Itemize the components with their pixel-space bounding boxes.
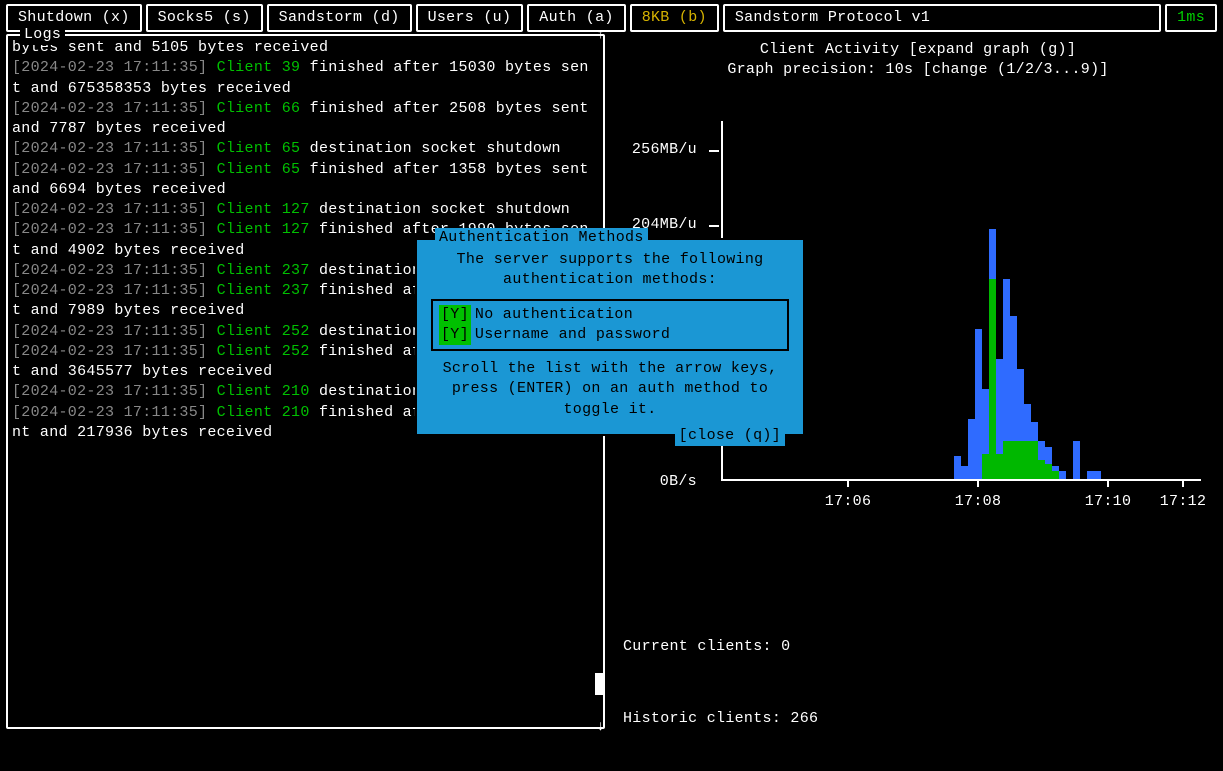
sandstorm-button[interactable]: Sandstorm (d) bbox=[267, 4, 412, 32]
auth-method-label: No authentication bbox=[475, 305, 633, 325]
topbar: Shutdown (x) Socks5 (s) Sandstorm (d) Us… bbox=[0, 0, 1223, 34]
x-tick-label: 17:10 bbox=[1085, 492, 1132, 512]
stat-current-clients: Current clients: 0 bbox=[623, 635, 1213, 659]
bandwidth-value: 8KB (b) bbox=[642, 8, 707, 28]
stat-historic-clients: Historic clients: 266 bbox=[623, 707, 1213, 731]
x-tick-label: 17:12 bbox=[1160, 492, 1207, 512]
scroll-down-icon[interactable]: ↓ bbox=[596, 718, 605, 737]
logs-title: Logs bbox=[20, 25, 65, 45]
scrollbar-thumb[interactable] bbox=[595, 673, 605, 695]
log-line: [2024-02-23 17:11:35] Client 65 destinat… bbox=[12, 139, 597, 159]
bandwidth-button[interactable]: 8KB (b) bbox=[630, 4, 719, 32]
stats-block: Current clients: 0 Historic clients: 266… bbox=[623, 587, 1213, 771]
auth-method-item[interactable]: [Y]No authentication bbox=[439, 305, 781, 325]
dialog-description: The server supports the following authen… bbox=[427, 250, 793, 291]
graph-title: Client Activity [expand graph (g)] bbox=[623, 40, 1213, 60]
auth-methods-dialog[interactable]: Authentication Methods The server suppor… bbox=[415, 238, 805, 436]
log-line: [2024-02-23 17:11:35] Client 65 finished… bbox=[12, 160, 597, 201]
log-line: bytes sent and 5105 bytes received bbox=[12, 38, 597, 58]
auth-method-label: Username and password bbox=[475, 325, 670, 345]
auth-enabled-badge: [Y] bbox=[439, 325, 471, 345]
auth-enabled-badge: [Y] bbox=[439, 305, 471, 325]
x-tick-mark bbox=[1107, 479, 1109, 487]
auth-method-list: [Y]No authentication[Y]Username and pass… bbox=[431, 299, 789, 352]
y-tick-label: 256MB/u bbox=[627, 140, 697, 160]
dialog-title: Authentication Methods bbox=[435, 228, 648, 248]
x-tick-mark bbox=[1182, 479, 1184, 487]
y-tick-mark bbox=[709, 225, 719, 227]
y-tick-label: 0B/s bbox=[627, 472, 697, 492]
y-tick-mark bbox=[709, 150, 719, 152]
graph-precision: Graph precision: 10s [change (1/2/3...9)… bbox=[623, 60, 1213, 80]
x-tick-mark bbox=[977, 479, 979, 487]
log-line: [2024-02-23 17:11:35] Client 39 finished… bbox=[12, 58, 597, 99]
scroll-up-icon[interactable]: ↑ bbox=[596, 26, 605, 45]
x-tick-mark bbox=[847, 479, 849, 487]
socks-button[interactable]: Socks5 (s) bbox=[146, 4, 263, 32]
dialog-help: Scroll the list with the arrow keys, pre… bbox=[427, 359, 793, 420]
auth-method-item[interactable]: [Y]Username and password bbox=[439, 325, 781, 345]
auth-button[interactable]: Auth (a) bbox=[527, 4, 625, 32]
users-button[interactable]: Users (u) bbox=[416, 4, 524, 32]
latency-value: 1ms bbox=[1177, 8, 1205, 28]
x-tick-label: 17:06 bbox=[825, 492, 872, 512]
log-line: [2024-02-23 17:11:35] Client 127 destina… bbox=[12, 200, 597, 220]
protocol-label: Sandstorm Protocol v1 bbox=[723, 4, 1161, 32]
latency-indicator: 1ms bbox=[1165, 4, 1217, 32]
log-line: [2024-02-23 17:11:35] Client 66 finished… bbox=[12, 99, 597, 140]
x-tick-label: 17:08 bbox=[955, 492, 1002, 512]
dialog-close-hint[interactable]: [close (q)] bbox=[675, 426, 785, 446]
